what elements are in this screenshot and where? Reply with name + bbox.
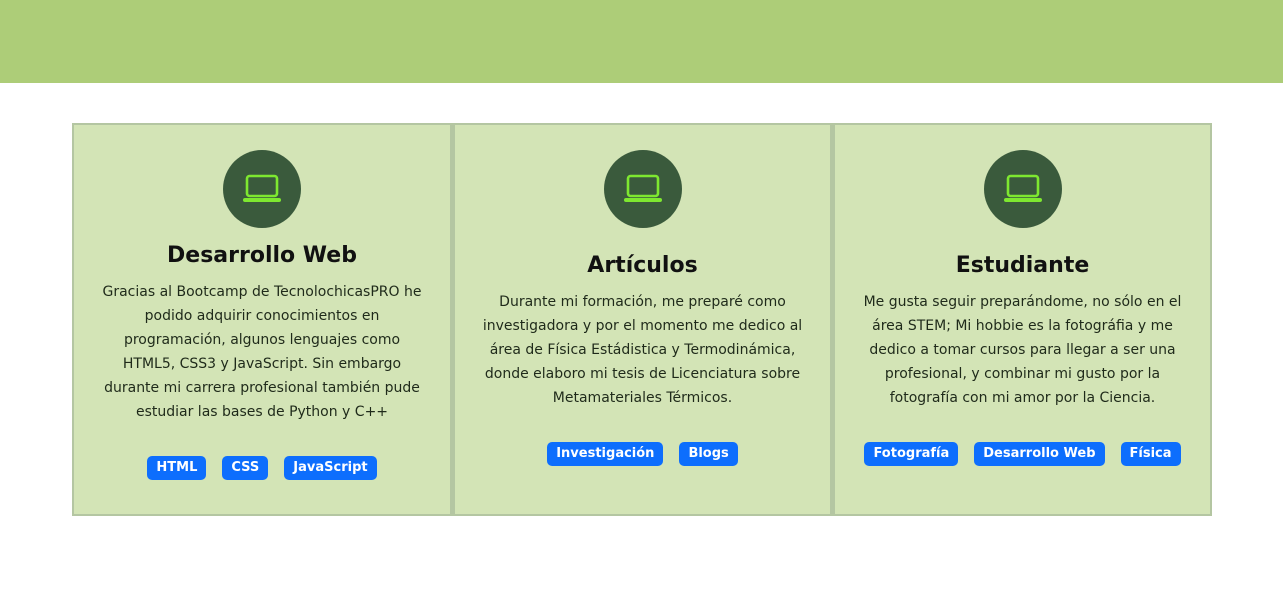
tag-fisica[interactable]: Física bbox=[1120, 442, 1181, 466]
tag-html[interactable]: HTML bbox=[147, 456, 207, 480]
tag-investigacion[interactable]: Investigación bbox=[547, 442, 664, 466]
card-articulos: Artículos Durante mi formación, me prepa… bbox=[452, 123, 832, 516]
card-description: Durante mi formación, me preparé como in… bbox=[482, 294, 803, 406]
tag-list: Fotografía Desarrollo Web Física bbox=[864, 442, 1181, 466]
icon-badge bbox=[223, 150, 301, 228]
laptop-icon bbox=[242, 173, 282, 205]
card-estudiante: Estudiante Me gusta seguir preparándome,… bbox=[832, 123, 1212, 516]
card-description: Me gusta seguir preparándome, no sólo en… bbox=[863, 294, 1182, 406]
laptop-icon bbox=[623, 173, 663, 205]
top-banner bbox=[0, 0, 1283, 83]
icon-badge bbox=[983, 150, 1062, 228]
tag-blogs[interactable]: Blogs bbox=[679, 442, 738, 466]
tag-css[interactable]: CSS bbox=[222, 456, 269, 480]
icon-badge bbox=[603, 150, 682, 228]
tag-javascript[interactable]: JavaScript bbox=[284, 456, 377, 480]
cards-section: Desarrollo Web Gracias al Bootcamp de Te… bbox=[72, 123, 1212, 516]
card-desarrollo-web: Desarrollo Web Gracias al Bootcamp de Te… bbox=[72, 123, 452, 516]
card-title: Estudiante bbox=[955, 253, 1090, 278]
card-title: Desarrollo Web bbox=[167, 243, 357, 268]
tag-fotografia[interactable]: Fotografía bbox=[864, 442, 959, 466]
card-title: Artículos bbox=[587, 253, 698, 278]
tag-desarrollo-web[interactable]: Desarrollo Web bbox=[974, 442, 1105, 466]
laptop-icon bbox=[1003, 173, 1043, 205]
tag-list: Investigación Blogs bbox=[547, 442, 738, 466]
tag-list: HTML CSS JavaScript bbox=[147, 456, 377, 480]
card-description: Gracias al Bootcamp de TecnolochicasPRO … bbox=[102, 284, 422, 420]
